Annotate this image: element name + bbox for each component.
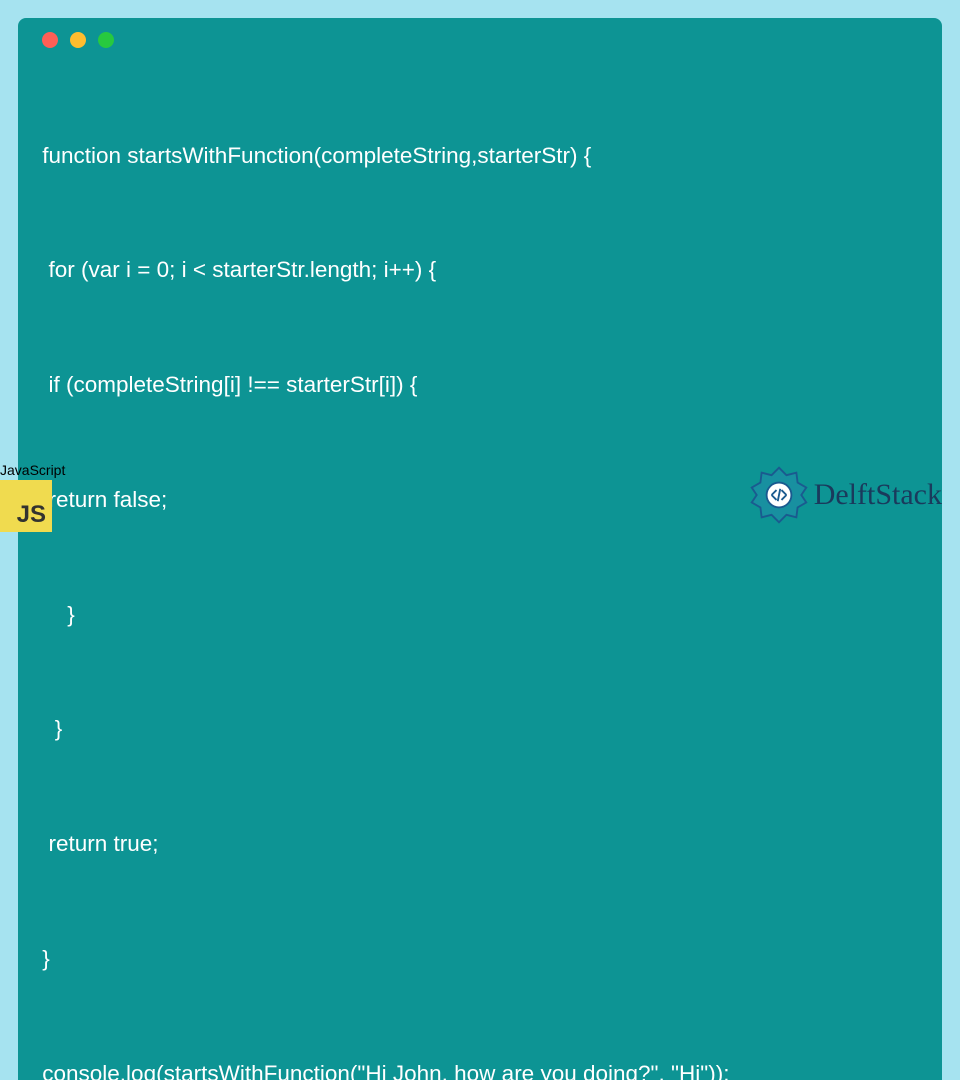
brand-logo-icon <box>748 464 810 526</box>
code-line: } <box>36 940 924 978</box>
footer: JavaScript DelftStack <box>0 462 960 532</box>
code-window: function startsWithFunction(completeStri… <box>18 18 942 1080</box>
javascript-icon <box>0 480 52 532</box>
brand: DelftStack <box>748 464 960 532</box>
code-line: for (var i = 0; i < starterStr.length; i… <box>36 251 924 289</box>
code-line: } <box>36 710 924 748</box>
close-icon <box>42 32 58 48</box>
javascript-badge: JavaScript <box>0 462 65 532</box>
brand-name: DelftStack <box>814 478 942 512</box>
javascript-label: JavaScript <box>0 462 65 478</box>
minimize-icon <box>70 32 86 48</box>
maximize-icon <box>98 32 114 48</box>
code-line: function startsWithFunction(completeStri… <box>36 137 924 175</box>
code-block: function startsWithFunction(completeStri… <box>36 60 924 1080</box>
code-line: } <box>36 596 924 634</box>
code-line: return true; <box>36 825 924 863</box>
code-line: console.log(startsWithFunction("Hi John,… <box>36 1055 924 1080</box>
code-line: if (completeString[i] !== starterStr[i])… <box>36 366 924 404</box>
window-controls <box>36 32 924 48</box>
